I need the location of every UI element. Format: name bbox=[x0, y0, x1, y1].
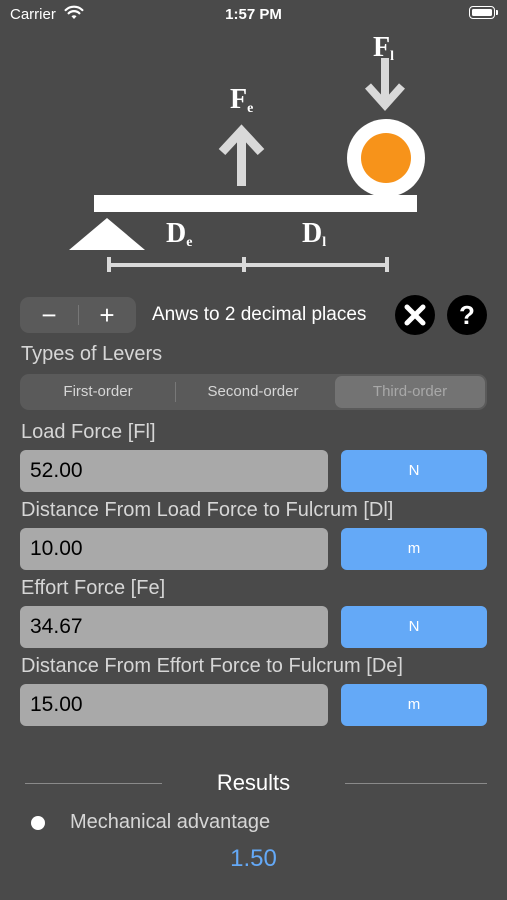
status-bar: Carrier 1:57 PM bbox=[0, 0, 507, 28]
result-value: 1.50 bbox=[230, 845, 277, 872]
load-distance-unit-button[interactable]: m bbox=[341, 528, 487, 570]
clear-button[interactable] bbox=[395, 295, 435, 335]
effort-distance-label: De bbox=[166, 218, 193, 250]
help-icon: ? bbox=[459, 300, 475, 330]
effort-force-input[interactable]: 34.67 bbox=[20, 606, 328, 648]
decrement-button[interactable]: − bbox=[20, 297, 78, 333]
result-label: Mechanical advantage bbox=[70, 811, 271, 833]
load-force-unit-button[interactable]: N bbox=[341, 450, 487, 492]
lever-option-first-order[interactable]: First-order bbox=[22, 376, 174, 408]
increment-button[interactable]: + bbox=[78, 297, 136, 333]
load-ball bbox=[361, 133, 411, 183]
lever-beam bbox=[94, 195, 417, 212]
load-arrow-icon bbox=[365, 58, 405, 111]
lever-option-second-order[interactable]: Second-order bbox=[177, 376, 329, 408]
lever-types-title: Types of Levers bbox=[21, 343, 163, 365]
bullet-icon bbox=[31, 816, 45, 830]
effort-force-unit-button[interactable]: N bbox=[341, 606, 487, 648]
load-distance-label: Dl bbox=[302, 218, 327, 250]
effort-arrow-icon bbox=[218, 124, 265, 186]
load-force-field-label: Load Force [Fl] bbox=[21, 421, 156, 443]
precision-label: Anws to 2 decimal places bbox=[152, 304, 367, 325]
effort-force-label: Fe bbox=[230, 84, 254, 116]
results-divider-right bbox=[345, 783, 487, 784]
distance-scale bbox=[107, 257, 389, 272]
lever-type-selector[interactable]: First-order Second-order Third-order bbox=[20, 374, 487, 410]
precision-controls: − + Anws to 2 decimal places ? bbox=[20, 294, 487, 336]
load-distance-field-label: Distance From Load Force to Fulcrum [Dl] bbox=[21, 499, 394, 521]
effort-distance-field-label: Distance From Effort Force to Fulcrum [D… bbox=[21, 655, 403, 677]
fulcrum-icon bbox=[69, 218, 145, 250]
battery-icon bbox=[469, 6, 498, 19]
decimal-stepper[interactable]: − + bbox=[20, 297, 136, 333]
lever-diagram: Fl Fe De Dl bbox=[0, 28, 507, 278]
segment-separator bbox=[175, 382, 176, 402]
load-force-label: Fl bbox=[373, 32, 394, 64]
clock: 1:57 PM bbox=[225, 6, 282, 23]
load-distance-input[interactable]: 10.00 bbox=[20, 528, 328, 570]
load-force-input[interactable]: 52.00 bbox=[20, 450, 328, 492]
effort-force-field-label: Effort Force [Fe] bbox=[21, 577, 166, 599]
close-icon bbox=[404, 304, 426, 326]
help-button[interactable]: ? bbox=[447, 295, 487, 335]
lever-option-third-order[interactable]: Third-order bbox=[335, 376, 485, 408]
lever-diagram-svg bbox=[69, 58, 425, 272]
effort-distance-input[interactable]: 15.00 bbox=[20, 684, 328, 726]
effort-distance-unit-button[interactable]: m bbox=[341, 684, 487, 726]
